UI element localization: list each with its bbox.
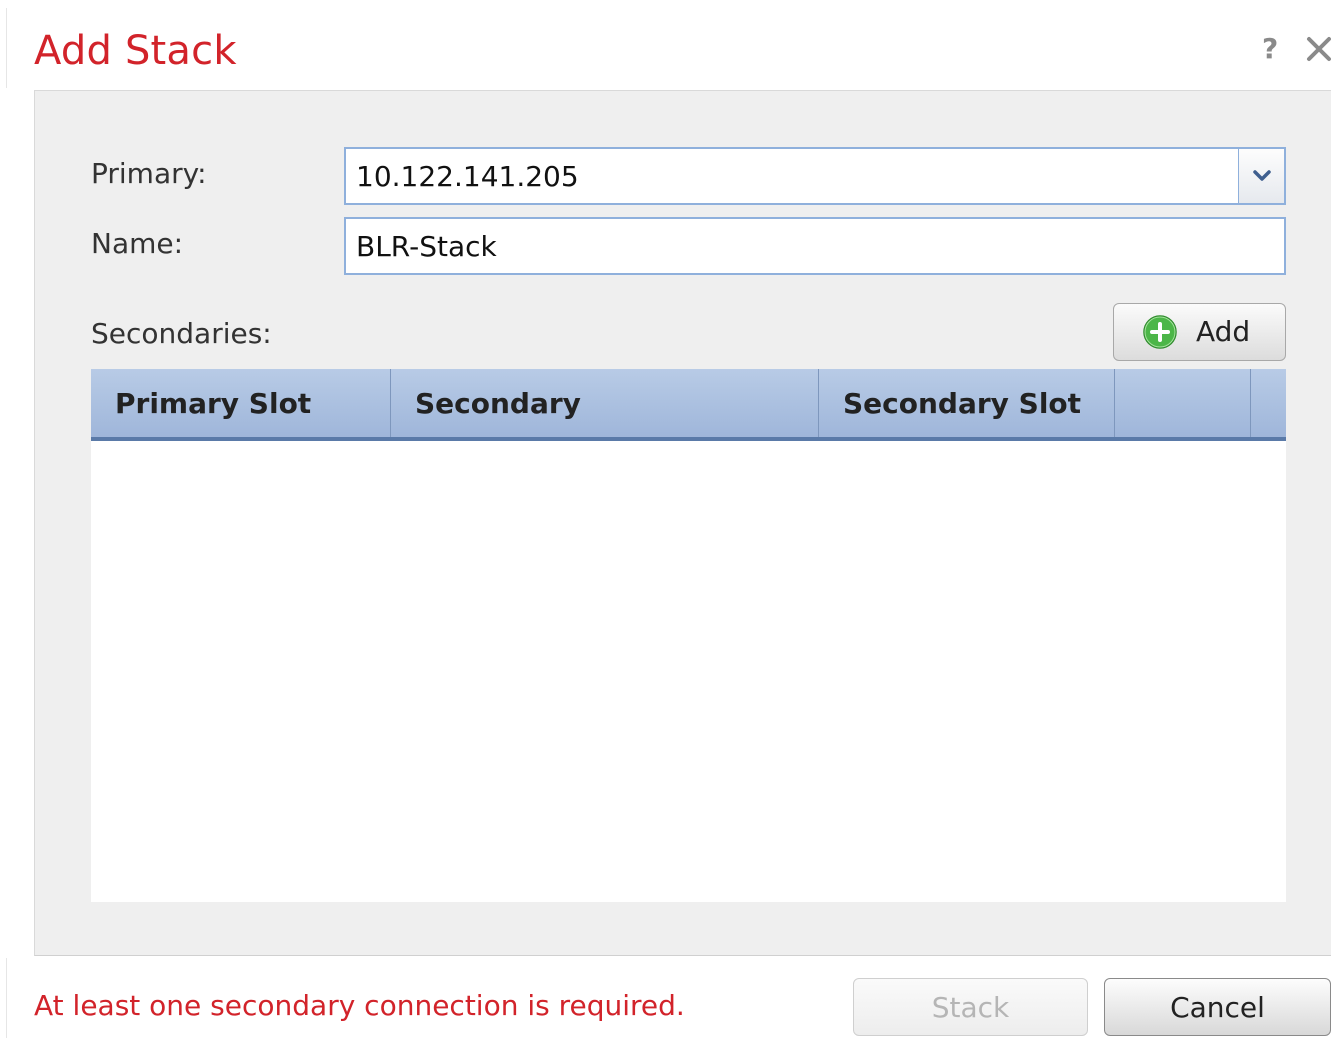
close-icon[interactable] (1305, 30, 1331, 66)
dialog-body: Primary: 10.122.141.205 Name: Secondarie… (34, 90, 1331, 956)
secondaries-label: Secondaries: (91, 317, 272, 350)
add-secondary-button[interactable]: Add (1113, 303, 1286, 361)
dialog-title: Add Stack (34, 28, 237, 74)
column-header-spacer (1251, 369, 1286, 437)
column-header-actions (1115, 369, 1251, 437)
plus-circle-icon (1143, 315, 1177, 349)
table-header: Primary Slot Secondary Secondary Slot (91, 369, 1286, 441)
primary-select[interactable]: 10.122.141.205 (344, 147, 1286, 205)
add-stack-dialog: Add Stack ? Primary: 10.122.141.205 Name… (0, 0, 1331, 1043)
stack-button[interactable]: Stack (853, 978, 1088, 1036)
left-edge-divider (6, 8, 7, 88)
add-button-label: Add (1196, 315, 1251, 348)
chevron-down-icon (1252, 170, 1271, 181)
left-edge-divider-bottom (6, 958, 7, 1038)
name-input[interactable] (344, 217, 1286, 275)
table-body-empty (91, 441, 1286, 902)
secondaries-table: Primary Slot Secondary Secondary Slot (91, 369, 1286, 902)
cancel-button[interactable]: Cancel (1104, 978, 1331, 1036)
primary-label: Primary: (91, 157, 207, 190)
name-label: Name: (91, 227, 184, 260)
column-header-secondary[interactable]: Secondary (391, 369, 819, 437)
column-header-primary-slot[interactable]: Primary Slot (91, 369, 391, 437)
primary-select-value: 10.122.141.205 (356, 160, 579, 193)
primary-dropdown-button[interactable] (1238, 149, 1284, 203)
validation-error-message: At least one secondary connection is req… (34, 989, 685, 1022)
column-header-secondary-slot[interactable]: Secondary Slot (819, 369, 1115, 437)
help-icon[interactable]: ? (1262, 32, 1278, 66)
